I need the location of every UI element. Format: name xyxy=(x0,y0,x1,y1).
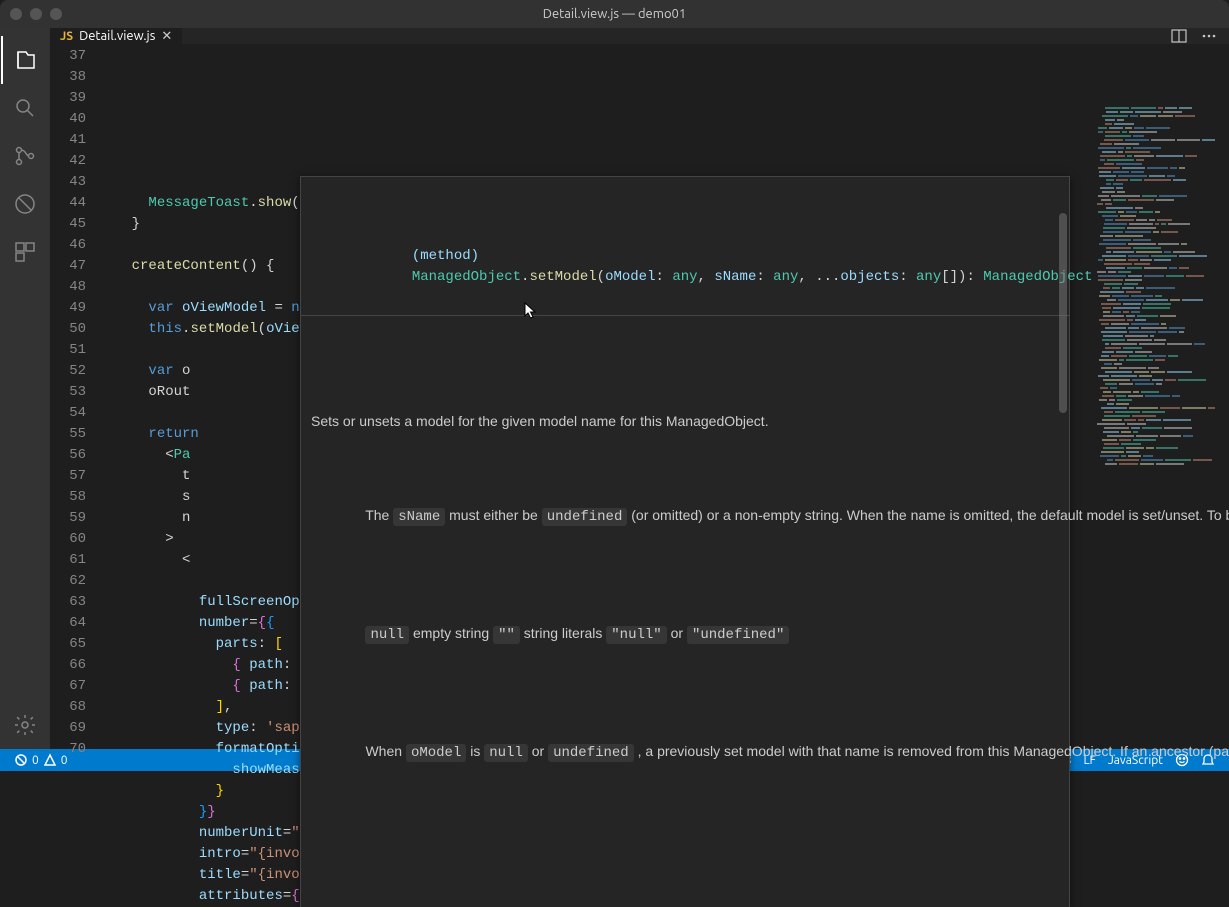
search-icon[interactable] xyxy=(1,84,49,132)
hover-signature: (method) ManagedObject.setModel(oModel: … xyxy=(301,219,1069,316)
explorer-icon[interactable] xyxy=(1,36,49,84)
tab-filename: Detail.view.js xyxy=(79,29,155,43)
editor-group: JS Detail.view.js ✕ 37383940414243444546… xyxy=(50,28,1229,749)
window-title: Detail.view.js — demo01 xyxy=(543,7,686,21)
zoom-window-button[interactable] xyxy=(50,8,62,20)
code-area[interactable]: (method) ManagedObject.setModel(oModel: … xyxy=(98,44,1229,907)
tab-detail-view[interactable]: JS Detail.view.js ✕ xyxy=(50,28,183,44)
tab-bar: JS Detail.view.js ✕ xyxy=(50,28,1229,44)
close-window-button[interactable] xyxy=(10,8,22,20)
traffic-lights xyxy=(0,8,62,20)
split-editor-icon[interactable] xyxy=(1171,28,1187,44)
editor-body[interactable]: 3738394041424344454647484950515253545556… xyxy=(50,44,1229,907)
activity-bar xyxy=(0,28,50,749)
line-number-gutter: 3738394041424344454647484950515253545556… xyxy=(50,44,98,907)
minimize-window-button[interactable] xyxy=(30,8,42,20)
titlebar: Detail.view.js — demo01 xyxy=(0,0,1229,28)
close-tab-icon[interactable]: ✕ xyxy=(161,29,172,44)
hover-documentation: Sets or unsets a model for the given mod… xyxy=(301,358,1069,844)
source-control-icon[interactable] xyxy=(1,132,49,180)
intellisense-hover-tooltip[interactable]: (method) ManagedObject.setModel(oModel: … xyxy=(300,176,1070,907)
settings-gear-icon[interactable] xyxy=(1,701,49,749)
more-actions-icon[interactable] xyxy=(1201,28,1217,44)
js-file-icon: JS xyxy=(60,30,73,43)
hover-scrollbar[interactable] xyxy=(1059,213,1067,413)
debug-icon[interactable] xyxy=(1,180,49,228)
extensions-icon[interactable] xyxy=(1,228,49,276)
